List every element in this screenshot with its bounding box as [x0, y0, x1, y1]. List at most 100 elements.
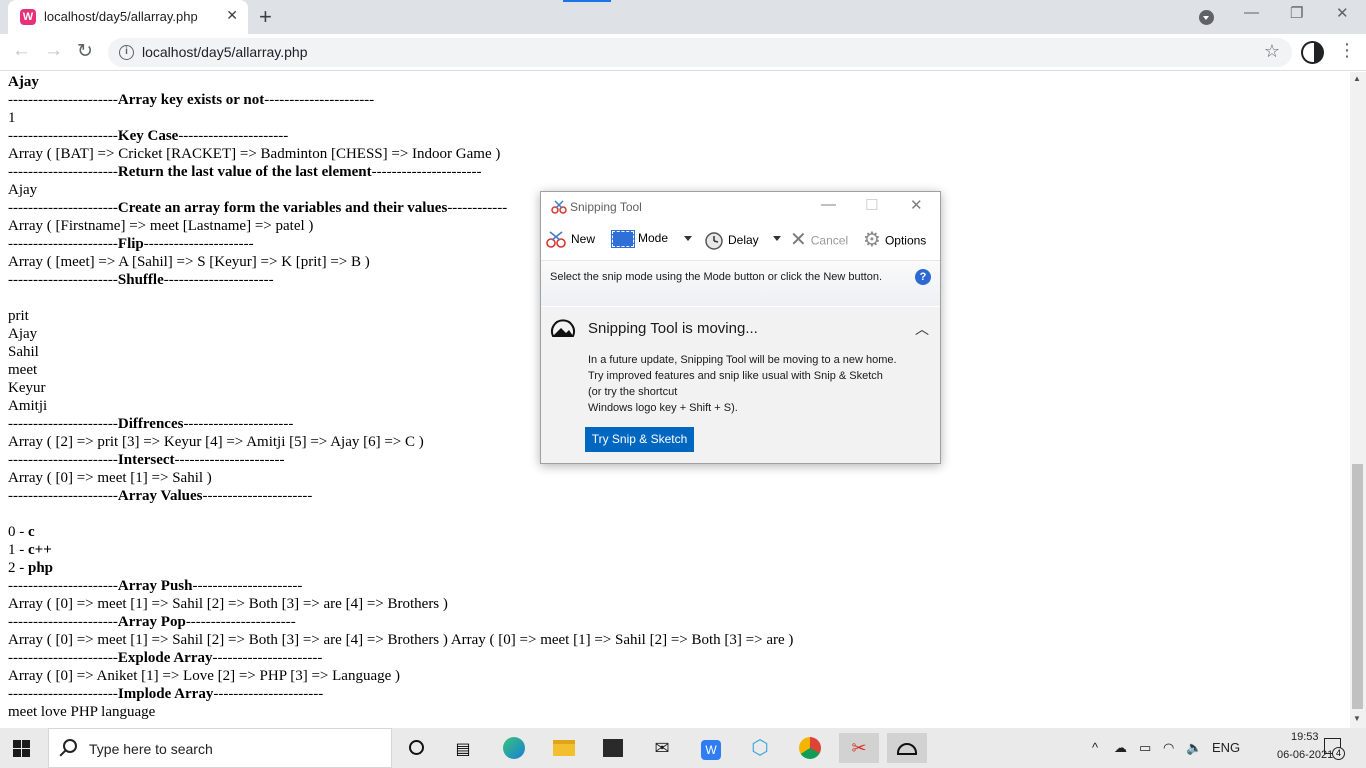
- output-line: ----------------------Diffrences--------…: [8, 415, 293, 433]
- profile-avatar[interactable]: [1301, 41, 1324, 64]
- volume-icon[interactable]: 🔈: [1186, 740, 1202, 756]
- moving-title: Snipping Tool is moving...: [588, 320, 758, 337]
- line-text: ----------------------: [8, 92, 118, 108]
- line-heading: Shuffle: [117, 272, 164, 288]
- windows-taskbar: Type here to search ▤ ✉ W ⬡ ✂ ^ ☁ ▭ ◠ 🔈 …: [0, 728, 1366, 768]
- window-minimize-button[interactable]: —: [1244, 4, 1259, 21]
- line-heading: Array Values: [117, 488, 203, 504]
- chrome-icon[interactable]: [790, 733, 830, 763]
- browser-menu-icon[interactable]: ⋮: [1338, 40, 1356, 61]
- file-explorer-icon[interactable]: [544, 733, 584, 763]
- output-line: Keyur: [8, 379, 46, 397]
- snip-sketch-taskbar-icon[interactable]: [887, 733, 927, 763]
- back-button[interactable]: ←: [12, 40, 31, 62]
- cloud-icon[interactable]: ☁: [1114, 740, 1127, 756]
- tab-close-icon[interactable]: ✕: [226, 7, 238, 24]
- line-heading: Flip: [117, 236, 144, 252]
- snip-minimize-button[interactable]: —: [821, 196, 836, 213]
- tab-search-icon[interactable]: [1199, 10, 1214, 25]
- line-text-suffix: ----------------------: [183, 416, 294, 432]
- taskbar-search-box[interactable]: Type here to search: [48, 728, 392, 768]
- mode-button[interactable]: Mode: [611, 230, 669, 248]
- help-icon[interactable]: ?: [915, 269, 931, 285]
- scroll-up-arrow[interactable]: ▲: [1353, 74, 1361, 83]
- output-line: ----------------------Array Push--------…: [8, 577, 302, 595]
- cancel-x-icon: ✕: [790, 229, 807, 251]
- scroll-down-arrow[interactable]: ▼: [1353, 714, 1361, 723]
- search-icon: [63, 739, 77, 753]
- window-close-button[interactable]: ✕: [1336, 4, 1349, 22]
- output-line: ----------------------Intersect---------…: [8, 451, 284, 469]
- favicon-icon: W: [20, 9, 36, 25]
- tray-overflow-chevron[interactable]: ^: [1092, 740, 1098, 755]
- output-line: Array ( [2] => prit [3] => Keyur [4] => …: [8, 433, 424, 451]
- language-indicator[interactable]: ENG: [1212, 740, 1240, 755]
- task-view-icon[interactable]: ▤: [443, 733, 483, 763]
- line-heading: Key Case: [117, 128, 179, 144]
- output-line: prit: [8, 307, 29, 325]
- mode-dropdown-caret[interactable]: [684, 236, 692, 241]
- new-tab-button[interactable]: +: [259, 4, 272, 30]
- clock-icon: [705, 232, 723, 250]
- snipping-tool-window: Snipping Tool — ☐ ✕ New Mode Delay ✕ Can…: [540, 191, 941, 464]
- new-snip-button[interactable]: New: [545, 231, 595, 249]
- line-heading: Array key exists or not: [117, 92, 265, 108]
- browser-tab[interactable]: W localhost/day5/allarray.php ✕: [8, 0, 248, 34]
- search-placeholder: Type here to search: [89, 741, 213, 757]
- reload-button[interactable]: ↻: [77, 40, 93, 63]
- address-bar[interactable]: i localhost/day5/allarray.php ☆: [108, 38, 1292, 67]
- store-icon[interactable]: [593, 733, 633, 763]
- output-line: ----------------------Explode Array-----…: [8, 649, 322, 667]
- clock-time[interactable]: 19:53: [1291, 731, 1319, 743]
- output-line: ----------------------Shuffle-----------…: [8, 271, 274, 289]
- output-line: Array ( [BAT] => Cricket [RACKET] => Bad…: [8, 145, 500, 163]
- cube-app-icon[interactable]: ⬡: [740, 733, 780, 763]
- snipping-tool-toolbar: New Mode Delay ✕ Cancel ⚙ Options: [541, 222, 940, 258]
- wifi-icon[interactable]: ◠: [1163, 740, 1174, 756]
- line-text-suffix: ----------------------: [264, 92, 375, 108]
- mode-label: Mode: [638, 231, 669, 246]
- output-line: Array ( [0] => Aniket [1] => Love [2] =>…: [8, 667, 400, 685]
- notification-count-badge: 4: [1332, 747, 1345, 760]
- line-heading: Array Pop: [117, 614, 186, 630]
- options-button[interactable]: ⚙ Options: [863, 229, 926, 252]
- start-windows-icon[interactable]: [13, 740, 30, 757]
- wps-office-icon[interactable]: W: [691, 733, 731, 763]
- snip-close-button[interactable]: ✕: [910, 196, 923, 214]
- line-text-suffix: ----------------------: [174, 452, 285, 468]
- bookmark-star-icon[interactable]: ☆: [1264, 41, 1280, 62]
- line-text: meet: [8, 362, 38, 378]
- scrollbar-thumb[interactable]: [1352, 464, 1363, 709]
- line-text-suffix: ----------------------: [178, 128, 289, 144]
- delay-button[interactable]: Delay: [704, 231, 759, 251]
- mail-icon[interactable]: ✉: [642, 733, 682, 763]
- snip-moving-notice: Snipping Tool is moving... ︿ In a future…: [541, 307, 940, 463]
- mode-icon: [611, 230, 635, 248]
- edge-icon[interactable]: [494, 733, 534, 763]
- line-heading: Create an array form the variables and t…: [117, 200, 448, 216]
- url-text[interactable]: localhost/day5/allarray.php: [142, 44, 308, 60]
- line-text-suffix: ----------------------: [213, 686, 324, 702]
- window-restore-button[interactable]: ❐: [1290, 4, 1303, 22]
- line-text: Array ( [0] => meet [1] => Sahil ): [8, 470, 212, 486]
- line-text-suffix: ----------------------: [163, 272, 274, 288]
- line-text: ----------------------: [8, 128, 118, 144]
- output-line: Array ( [Firstname] => meet [Lastname] =…: [8, 217, 313, 235]
- browser-tab-bar: W localhost/day5/allarray.php ✕ + — ❐ ✕: [0, 0, 1366, 34]
- line-text: ----------------------: [8, 236, 118, 252]
- line-text: ----------------------: [8, 200, 118, 216]
- try-snip-sketch-button[interactable]: Try Snip & Sketch: [585, 427, 694, 452]
- help-text: Select the snip mode using the Mode butt…: [550, 271, 883, 283]
- page-scrollbar[interactable]: ▲ ▼: [1350, 72, 1366, 728]
- snipping-tool-taskbar-icon[interactable]: ✂: [839, 733, 879, 763]
- site-info-icon[interactable]: i: [119, 45, 134, 60]
- collapse-chevron-icon[interactable]: ︿: [915, 319, 929, 339]
- output-line: ----------------------Array Values------…: [8, 487, 312, 505]
- cortana-icon[interactable]: [396, 733, 436, 763]
- line-heading: Diffrences: [117, 416, 184, 432]
- snipping-tool-titlebar[interactable]: Snipping Tool — ☐ ✕: [541, 192, 940, 222]
- battery-icon[interactable]: ▭: [1139, 740, 1151, 756]
- line-text: 0 -: [8, 524, 28, 540]
- delay-dropdown-caret[interactable]: [773, 236, 781, 241]
- forward-button[interactable]: →: [44, 40, 63, 62]
